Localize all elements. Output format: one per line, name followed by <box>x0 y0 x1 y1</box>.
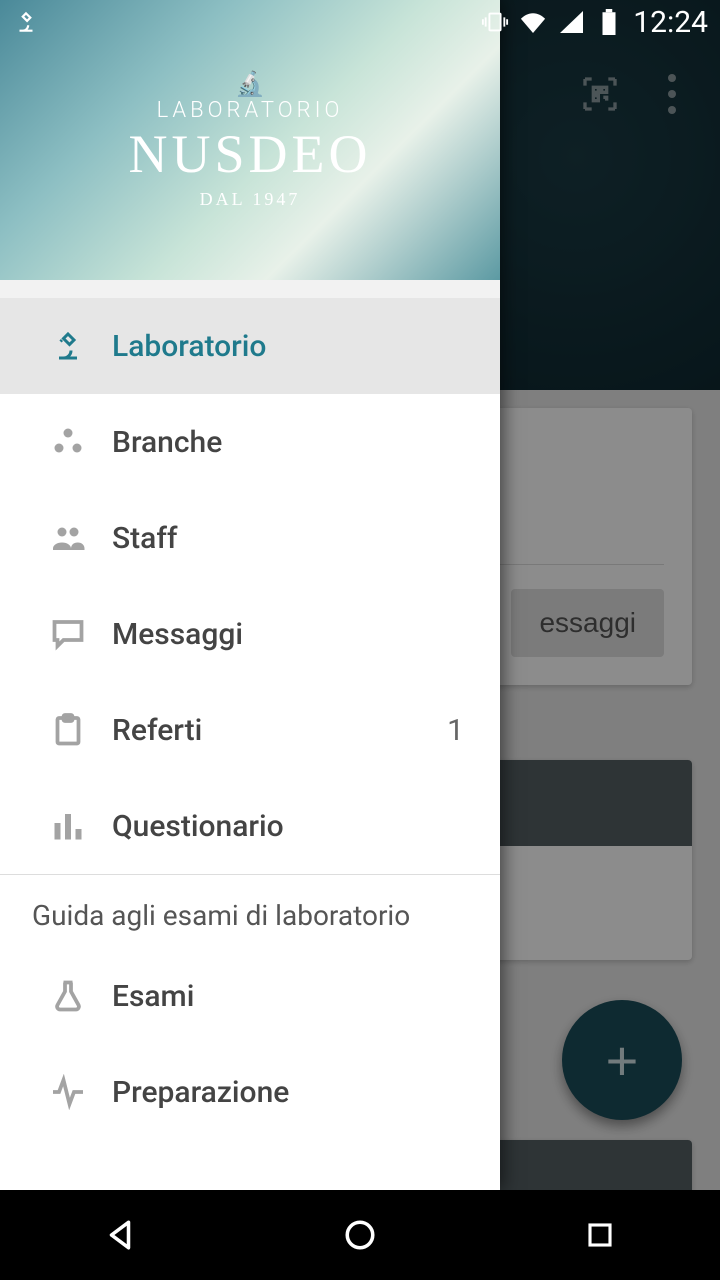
drawer-item-label: Staff <box>112 521 476 556</box>
drawer-item-preparazione[interactable]: Preparazione <box>0 1044 500 1140</box>
drawer-item-label: Preparazione <box>112 1075 476 1110</box>
drawer-item-messaggi[interactable]: Messaggi <box>0 586 500 682</box>
drawer-item-label: Messaggi <box>112 617 476 652</box>
branches-icon <box>24 424 112 460</box>
brand-overline: LABORATORIO <box>128 98 371 123</box>
drawer-item-branche[interactable]: Branche <box>0 394 500 490</box>
battery-icon <box>595 8 623 36</box>
wifi-icon <box>519 8 547 36</box>
drawer-item-label: Questionario <box>112 809 476 844</box>
drawer-item-esami[interactable]: Esami <box>0 948 500 1044</box>
drawer-gap <box>0 280 500 298</box>
brand-name: NUSDEO <box>128 123 371 185</box>
bar-chart-icon <box>24 808 112 844</box>
drawer-item-label: Referti <box>112 713 447 748</box>
brand-block: 🔬 LABORATORIO NUSDEO DAL 1947 <box>128 70 371 210</box>
flask-icon <box>24 978 112 1014</box>
drawer-item-questionario[interactable]: Questionario <box>0 778 500 874</box>
drawer-list: Laboratorio Branche Staff Messaggi <box>0 298 500 1190</box>
drawer-section-title: Guida agli esami di laboratorio <box>0 875 500 948</box>
pulse-icon <box>24 1074 112 1110</box>
home-button[interactable] <box>320 1205 400 1265</box>
navigation-drawer: 🔬 LABORATORIO NUSDEO DAL 1947 Laboratori… <box>0 0 500 1190</box>
signal-icon <box>557 8 585 36</box>
drawer-item-referti[interactable]: Referti 1 <box>0 682 500 778</box>
drawer-item-laboratorio[interactable]: Laboratorio <box>0 298 500 394</box>
drawer-item-label: Branche <box>112 425 476 460</box>
chat-icon <box>24 616 112 652</box>
screen: yte upato essaggi + 🔬 LABORATORIO NUSDEO… <box>0 0 720 1280</box>
microscope-icon: 🔬 <box>128 70 371 98</box>
drawer-item-label: Esami <box>112 979 476 1014</box>
microscope-icon <box>24 328 112 364</box>
drawer-item-label: Laboratorio <box>112 329 476 364</box>
android-navbar <box>0 1190 720 1280</box>
vibrate-icon <box>481 8 509 36</box>
recents-button[interactable] <box>560 1205 640 1265</box>
app-notification-icon <box>12 8 40 36</box>
drawer-item-staff[interactable]: Staff <box>0 490 500 586</box>
back-button[interactable] <box>80 1205 160 1265</box>
status-time: 12:24 <box>633 5 708 40</box>
clipboard-icon <box>24 712 112 748</box>
drawer-item-badge: 1 <box>447 713 476 748</box>
people-icon <box>24 520 112 556</box>
brand-year: DAL 1947 <box>128 189 371 210</box>
status-bar: 12:24 <box>0 0 720 44</box>
